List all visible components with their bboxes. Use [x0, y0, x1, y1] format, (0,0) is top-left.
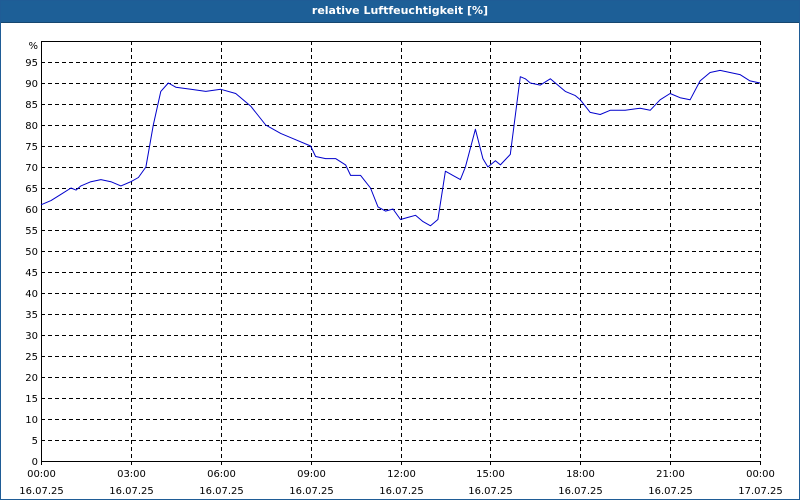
y-tick-label: 10 [25, 415, 38, 426]
x-tick-label-time: 06:00 [207, 469, 236, 480]
y-tick-label: 40 [25, 289, 38, 300]
x-tick-label-time: 00:00 [27, 469, 56, 480]
y-tick-label: 35 [25, 310, 38, 321]
x-tick-label-date: 16.07.25 [558, 486, 603, 497]
y-tick-label: 50 [25, 247, 38, 258]
x-tick-label-date: 16.07.25 [468, 486, 513, 497]
series-line-humidity [40, 69, 761, 227]
x-tick-label-date: 16.07.25 [199, 486, 244, 497]
y-tick-label: 90 [25, 79, 38, 90]
x-tick-label-time: 12:00 [387, 469, 416, 480]
x-tick-label-date: 16.07.25 [289, 486, 334, 497]
x-tick-label-time: 09:00 [297, 469, 326, 480]
y-tick-label: 60 [25, 205, 38, 216]
y-tick-label: 15 [25, 394, 38, 405]
x-tick-label-time: 03:00 [117, 469, 146, 480]
y-tick-label: 0 [32, 457, 38, 468]
y-tick-label: 85 [25, 100, 38, 111]
x-tick-label-time: 00:00 [746, 469, 775, 480]
chart-canvas: 0 5 10 15 20 25 30 35 40 45 50 55 60 65 70 75 80 85 90 95% 0… [19, 41, 783, 497]
x-tick-label-date: 16.07.25 [19, 486, 64, 497]
x-tick-label-time: 18:00 [566, 469, 595, 480]
y-tick-label: 5 [32, 436, 38, 447]
chart-window: relative Luftfeuchtigkeit [%] 0 5 10 15 20 25… [0, 0, 800, 500]
y-tick-label: 45 [25, 268, 38, 279]
x-tick-label-time: 21:00 [656, 469, 685, 480]
x-tick-label-date: 16.07.25 [379, 486, 424, 497]
y-tick-label: 75 [25, 142, 38, 153]
y-axis-label: % [28, 41, 38, 52]
y-tick-label: 30 [25, 331, 38, 342]
y-tick-label: 65 [25, 184, 38, 195]
x-tick-label-date: 17.07.25 [738, 486, 783, 497]
x-tick-label-date: 16.07.25 [109, 486, 154, 497]
y-tick-label: 95 [25, 58, 38, 69]
x-tick-label-date: 16.07.25 [648, 486, 693, 497]
y-tick-label: 55 [25, 226, 38, 237]
y-tick-label: 70 [25, 163, 38, 174]
x-tick-label-time: 15:00 [476, 469, 505, 480]
y-tick-label: 20 [25, 373, 38, 384]
y-tick-label: 80 [25, 121, 38, 132]
y-tick-label: 25 [25, 352, 38, 363]
